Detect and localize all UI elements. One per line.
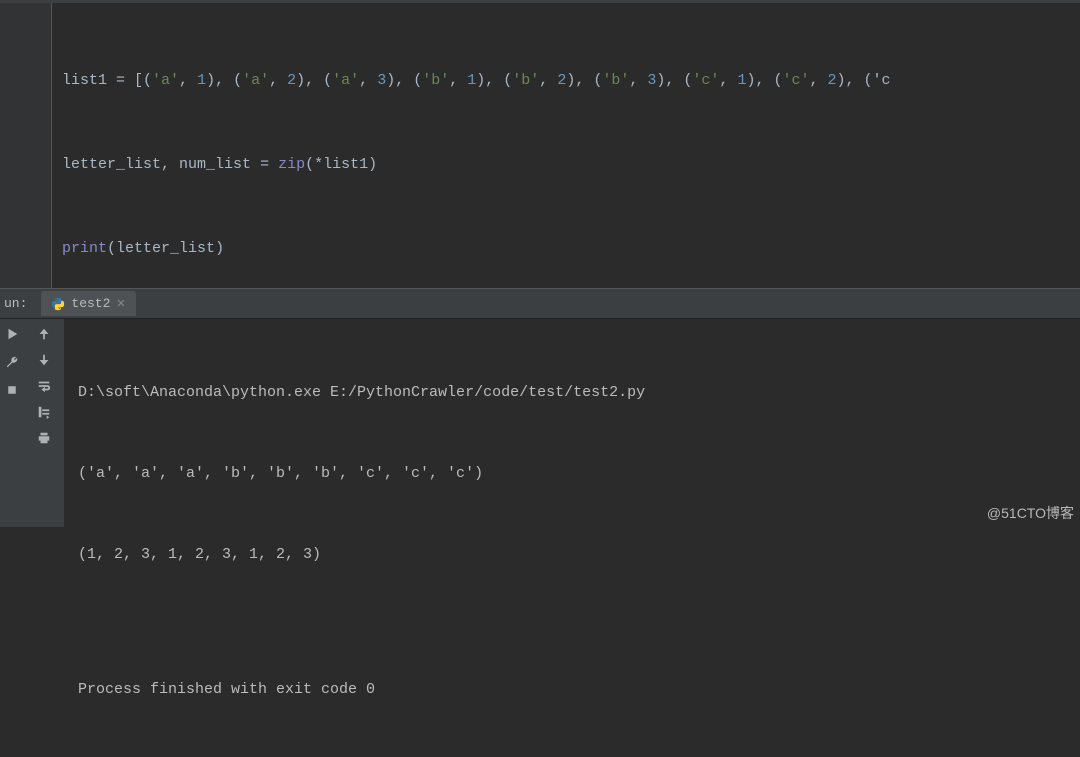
editor-area: list1 = [('a', 1), ('a', 2), ('a', 3), (…: [0, 3, 1080, 288]
run-tab[interactable]: test2 ✕: [41, 291, 135, 316]
run-tool-body: D:\soft\Anaconda\python.exe E:/PythonCra…: [0, 319, 1080, 527]
console-line: Process finished with exit code 0: [78, 676, 1080, 703]
run-label: un:: [4, 296, 27, 311]
code-line: print(letter_list): [62, 235, 1080, 263]
close-icon[interactable]: ✕: [116, 297, 125, 311]
soft-wrap-icon[interactable]: [33, 375, 55, 397]
run-toolbar-inner: [24, 319, 64, 527]
console-line: (1, 2, 3, 1, 2, 3, 1, 2, 3): [78, 541, 1080, 568]
code-area[interactable]: list1 = [('a', 1), ('a', 2), ('a', 3), (…: [52, 3, 1080, 288]
run-tab-name: test2: [71, 296, 110, 311]
console-line: D:\soft\Anaconda\python.exe E:/PythonCra…: [78, 379, 1080, 406]
stop-icon[interactable]: [1, 379, 23, 401]
wrench-icon[interactable]: [1, 351, 23, 373]
editor-tabs[interactable]: [0, 0, 1080, 3]
code-line: letter_list, num_list = zip(*list1): [62, 151, 1080, 179]
run-tool-header: un: test2 ✕: [0, 288, 1080, 319]
console-line: ('a', 'a', 'a', 'b', 'b', 'b', 'c', 'c',…: [78, 460, 1080, 487]
code-line: list1 = [('a', 1), ('a', 2), ('a', 3), (…: [62, 67, 1080, 95]
scroll-to-end-icon[interactable]: [33, 401, 55, 423]
print-icon[interactable]: [33, 427, 55, 449]
arrow-up-icon[interactable]: [33, 323, 55, 345]
watermark: @51CTO博客: [987, 503, 1074, 523]
run-icon[interactable]: [1, 323, 23, 345]
editor-gutter: [0, 3, 52, 288]
console-output[interactable]: D:\soft\Anaconda\python.exe E:/PythonCra…: [64, 319, 1080, 527]
run-toolbar-left: [0, 319, 24, 527]
arrow-down-icon[interactable]: [33, 349, 55, 371]
python-icon: [51, 297, 65, 311]
